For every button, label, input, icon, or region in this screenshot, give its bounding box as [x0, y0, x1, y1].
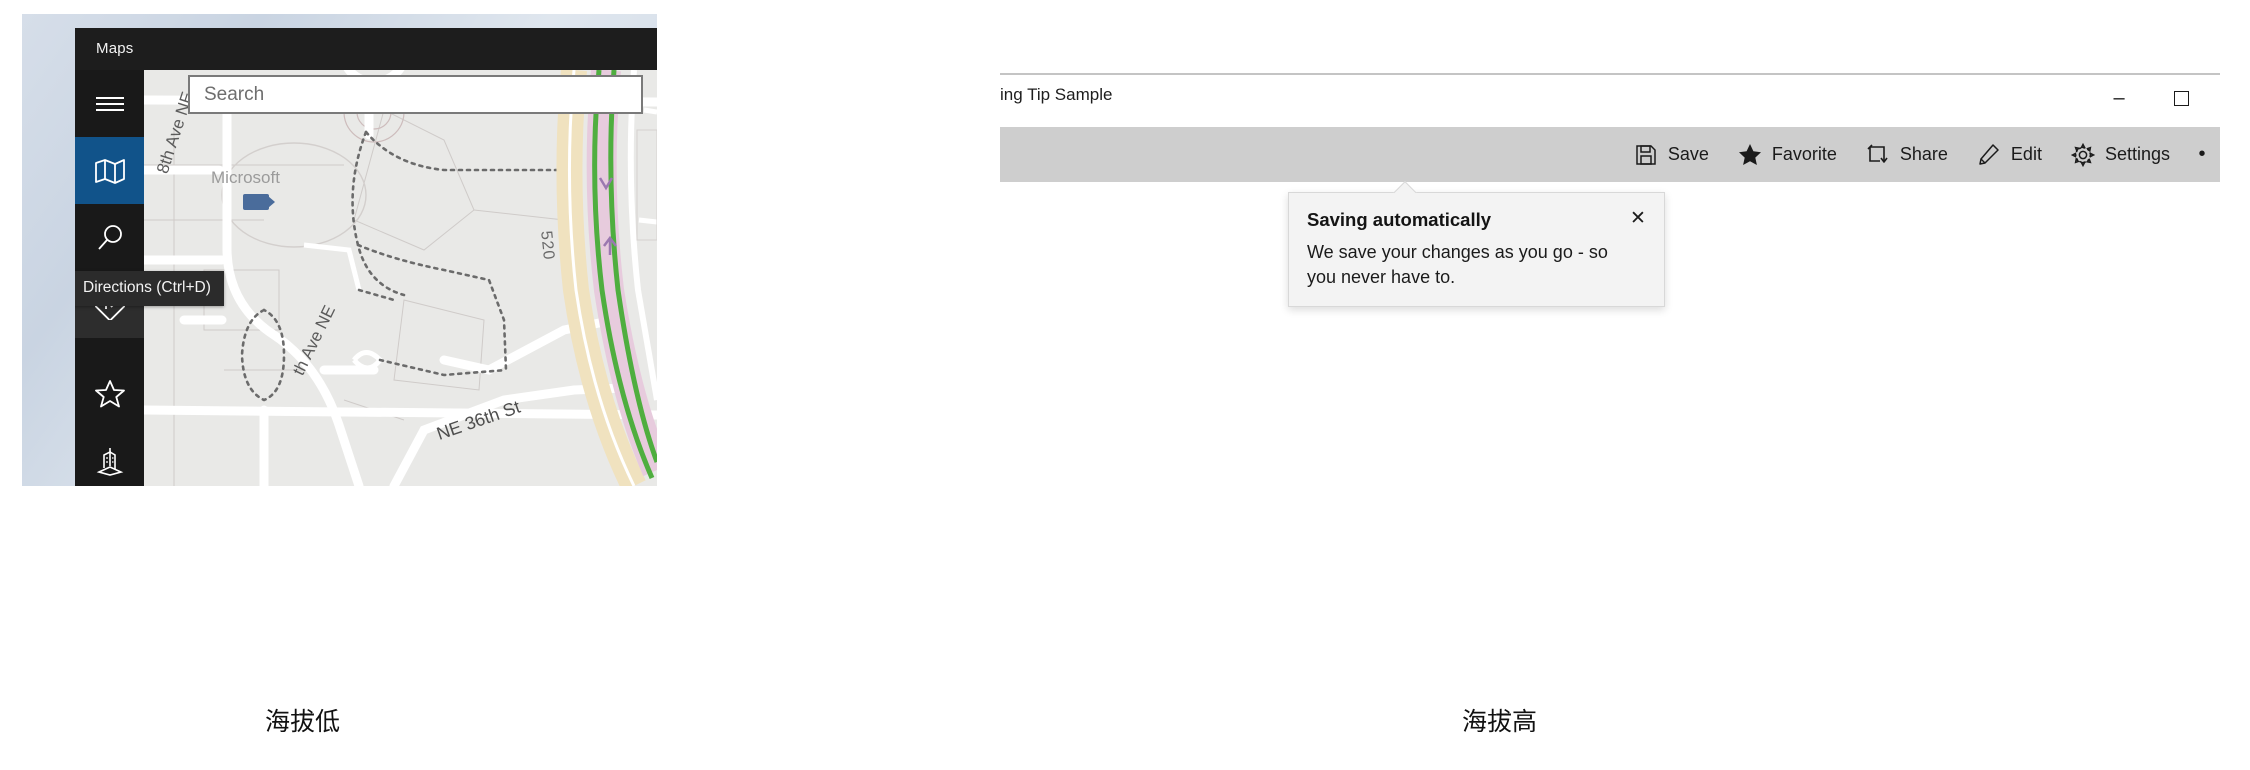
maps-title-bar: Maps	[75, 28, 657, 70]
save-icon	[1633, 142, 1659, 168]
teaching-tip-example-high-elevation: ing Tip Sample – Save Favorite Share Edi…	[1000, 73, 2220, 425]
settings-button[interactable]: Settings	[2056, 127, 2184, 182]
app-title: Maps	[96, 40, 134, 57]
caption-low-elevation: 海拔低	[265, 708, 341, 736]
3d-cities-icon	[96, 446, 124, 476]
search-placeholder: Search	[204, 83, 265, 105]
close-icon: ✕	[1630, 207, 1646, 229]
maps-example-low-elevation: Maps Microsoft 8th Ave NE th Ave NE NE 3…	[22, 14, 657, 486]
minimize-button[interactable]: –	[2088, 80, 2150, 116]
sidebar-item-search[interactable]	[75, 204, 144, 271]
save-label: Save	[1667, 144, 1709, 164]
teaching-tip-heading: Saving automatically	[1307, 209, 1492, 230]
maximize-icon	[2173, 90, 2189, 106]
sidebar-item-3d-cities[interactable]	[75, 427, 144, 486]
teaching-tip-tail	[1393, 181, 1417, 193]
map-icon	[94, 158, 125, 184]
share-button[interactable]: Share	[1851, 127, 1962, 182]
overflow-icon: •	[2198, 143, 2206, 165]
maps-app-window: Maps Microsoft 8th Ave NE th Ave NE NE 3…	[75, 28, 657, 486]
star-filled-icon	[1737, 142, 1763, 168]
window-title: ing Tip Sample	[1000, 85, 1113, 104]
favorite-label: Favorite	[1771, 144, 1837, 164]
save-button[interactable]: Save	[1619, 127, 1723, 182]
share-label: Share	[1899, 144, 1948, 164]
window-title-bar: ing Tip Sample –	[1000, 75, 2220, 127]
command-bar: Save Favorite Share Edit Settings •	[1000, 127, 2220, 182]
tooltip-text: Directions (Ctrl+D)	[83, 279, 211, 296]
search-input[interactable]: Search	[188, 75, 643, 114]
hamburger-menu-icon	[95, 94, 125, 114]
sidebar-item-favorites[interactable]	[75, 360, 144, 427]
caption-button-group: –	[2088, 80, 2212, 116]
edit-button[interactable]: Edit	[1962, 127, 2056, 182]
close-button[interactable]: ✕	[1625, 205, 1651, 231]
pencil-icon	[1976, 142, 2002, 168]
star-icon	[94, 379, 125, 408]
teaching-tip-body: We save your changes as you go - so you …	[1307, 242, 1608, 287]
gear-icon	[2070, 142, 2096, 168]
overflow-menu-button[interactable]: •	[2184, 143, 2220, 166]
edit-label: Edit	[2010, 144, 2042, 164]
minimize-icon: –	[2113, 87, 2125, 109]
directions-tooltip: Directions (Ctrl+D)	[75, 271, 224, 306]
teaching-tip-flyout: Saving automatically We save your change…	[1288, 192, 1665, 307]
caption-high-elevation: 海拔高	[1462, 708, 1538, 736]
teaching-tip-sample-window: ing Tip Sample – Save Favorite Share Edi…	[1000, 73, 2220, 425]
sidebar-item-hamburger[interactable]	[75, 70, 144, 137]
sidebar-item-map[interactable]	[75, 137, 144, 204]
settings-label: Settings	[2104, 144, 2170, 164]
search-icon	[96, 224, 124, 252]
favorite-button[interactable]: Favorite	[1723, 127, 1851, 182]
share-icon	[1865, 142, 1891, 168]
map-location-pin[interactable]	[243, 194, 275, 210]
maximize-button[interactable]	[2150, 80, 2212, 116]
